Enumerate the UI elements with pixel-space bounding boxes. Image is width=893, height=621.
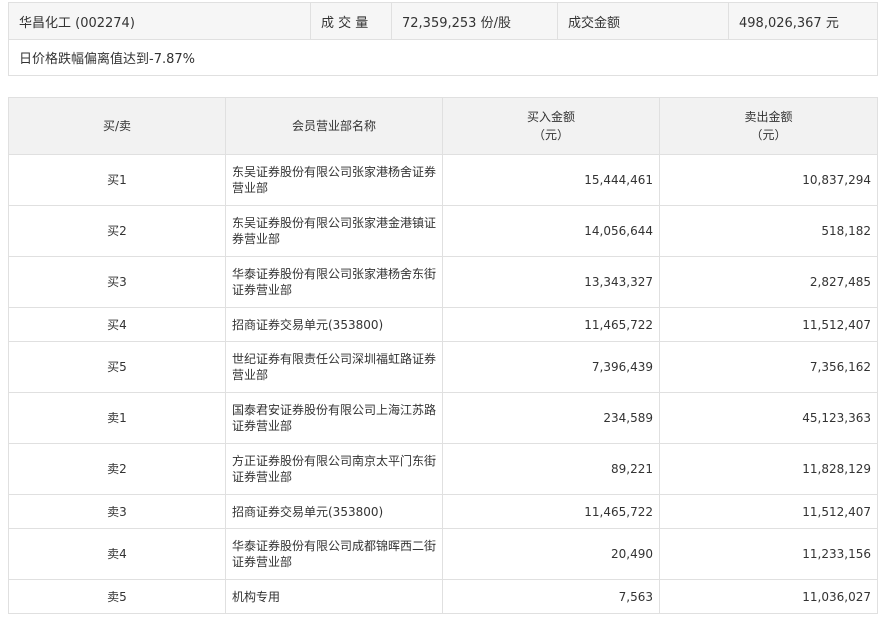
header-sell-text: 卖出金额 （元） xyxy=(744,110,793,142)
table-row: 买4 招商证券交易单元(353800) 11,465,722 11,512,40… xyxy=(8,307,878,342)
header-branch: 会员营业部名称 xyxy=(225,97,443,155)
row-sell-amount: 10,837,294 xyxy=(659,154,878,206)
row-side: 买1 xyxy=(8,154,226,206)
note-row: 日价格跌幅偏离值达到-7.87% xyxy=(8,39,878,76)
summary-table: 华昌化工 (002274) 成 交 量 72,359,253 份/股 成交金额 … xyxy=(8,2,878,76)
row-branch: 招商证券交易单元(353800) xyxy=(225,494,443,529)
row-branch: 国泰君安证券股份有限公司上海江苏路证券营业部 xyxy=(225,392,443,444)
row-side: 卖4 xyxy=(8,528,226,580)
table-header-row: 买/卖 会员营业部名称 买入金额 （元） 卖出金额 （元） xyxy=(8,97,878,155)
row-sell-amount: 11,036,027 xyxy=(659,579,878,614)
header-buy-text: 买入金额 （元） xyxy=(526,110,575,142)
row-side: 卖5 xyxy=(8,579,226,614)
header-sell: 卖出金额 （元） xyxy=(659,97,878,155)
row-sell-amount: 518,182 xyxy=(659,205,878,257)
row-buy-amount: 20,490 xyxy=(442,528,660,580)
row-side: 买4 xyxy=(8,307,226,342)
header-side: 买/卖 xyxy=(8,97,226,155)
row-buy-amount: 11,465,722 xyxy=(442,494,660,529)
volume-label: 成 交 量 xyxy=(310,2,392,40)
row-sell-amount: 2,827,485 xyxy=(659,256,878,308)
row-buy-amount: 7,563 xyxy=(442,579,660,614)
row-sell-amount: 11,512,407 xyxy=(659,494,878,529)
row-branch: 东吴证券股份有限公司张家港杨舍证券营业部 xyxy=(225,154,443,206)
header-buy: 买入金额 （元） xyxy=(442,97,660,155)
deviation-note: 日价格跌幅偏离值达到-7.87% xyxy=(8,39,878,76)
volume-value: 72,359,253 份/股 xyxy=(391,2,558,40)
stock-name: 华昌化工 (002274) xyxy=(8,2,311,40)
row-buy-amount: 13,343,327 xyxy=(442,256,660,308)
row-side: 卖3 xyxy=(8,494,226,529)
table-row: 买2 东吴证券股份有限公司张家港金港镇证券营业部 14,056,644 518,… xyxy=(8,205,878,257)
table-row: 卖2 方正证券股份有限公司南京太平门东街证券营业部 89,221 11,828,… xyxy=(8,443,878,495)
row-buy-amount: 15,444,461 xyxy=(442,154,660,206)
row-branch: 世纪证券有限责任公司深圳福虹路证券营业部 xyxy=(225,341,443,393)
table-row: 买3 华泰证券股份有限公司张家港杨舍东街证券营业部 13,343,327 2,8… xyxy=(8,256,878,308)
row-branch: 机构专用 xyxy=(225,579,443,614)
table-row: 卖4 华泰证券股份有限公司成都锦晖西二街证券营业部 20,490 11,233,… xyxy=(8,528,878,580)
table-row: 卖5 机构专用 7,563 11,036,027 xyxy=(8,579,878,614)
row-branch: 华泰证券股份有限公司张家港杨舍东街证券营业部 xyxy=(225,256,443,308)
row-buy-amount: 11,465,722 xyxy=(442,307,660,342)
table-row: 买1 东吴证券股份有限公司张家港杨舍证券营业部 15,444,461 10,83… xyxy=(8,154,878,206)
row-side: 买3 xyxy=(8,256,226,308)
row-branch: 招商证券交易单元(353800) xyxy=(225,307,443,342)
table-row: 卖1 国泰君安证券股份有限公司上海江苏路证券营业部 234,589 45,123… xyxy=(8,392,878,444)
row-sell-amount: 11,512,407 xyxy=(659,307,878,342)
amount-label: 成交金额 xyxy=(557,2,729,40)
row-branch: 方正证券股份有限公司南京太平门东街证券营业部 xyxy=(225,443,443,495)
row-buy-amount: 7,396,439 xyxy=(442,341,660,393)
row-buy-amount: 89,221 xyxy=(442,443,660,495)
summary-row: 华昌化工 (002274) 成 交 量 72,359,253 份/股 成交金额 … xyxy=(8,2,878,40)
row-branch: 东吴证券股份有限公司张家港金港镇证券营业部 xyxy=(225,205,443,257)
trade-table: 买/卖 会员营业部名称 买入金额 （元） 卖出金额 （元） 买1 东吴证券股份有… xyxy=(8,97,878,614)
row-sell-amount: 7,356,162 xyxy=(659,341,878,393)
row-sell-amount: 45,123,363 xyxy=(659,392,878,444)
table-row: 买5 世纪证券有限责任公司深圳福虹路证券营业部 7,396,439 7,356,… xyxy=(8,341,878,393)
row-buy-amount: 14,056,644 xyxy=(442,205,660,257)
amount-value: 498,026,367 元 xyxy=(728,2,878,40)
row-side: 买2 xyxy=(8,205,226,257)
row-buy-amount: 234,589 xyxy=(442,392,660,444)
row-side: 买5 xyxy=(8,341,226,393)
row-sell-amount: 11,828,129 xyxy=(659,443,878,495)
row-sell-amount: 11,233,156 xyxy=(659,528,878,580)
row-side: 卖1 xyxy=(8,392,226,444)
row-side: 卖2 xyxy=(8,443,226,495)
table-row: 卖3 招商证券交易单元(353800) 11,465,722 11,512,40… xyxy=(8,494,878,529)
row-branch: 华泰证券股份有限公司成都锦晖西二街证券营业部 xyxy=(225,528,443,580)
